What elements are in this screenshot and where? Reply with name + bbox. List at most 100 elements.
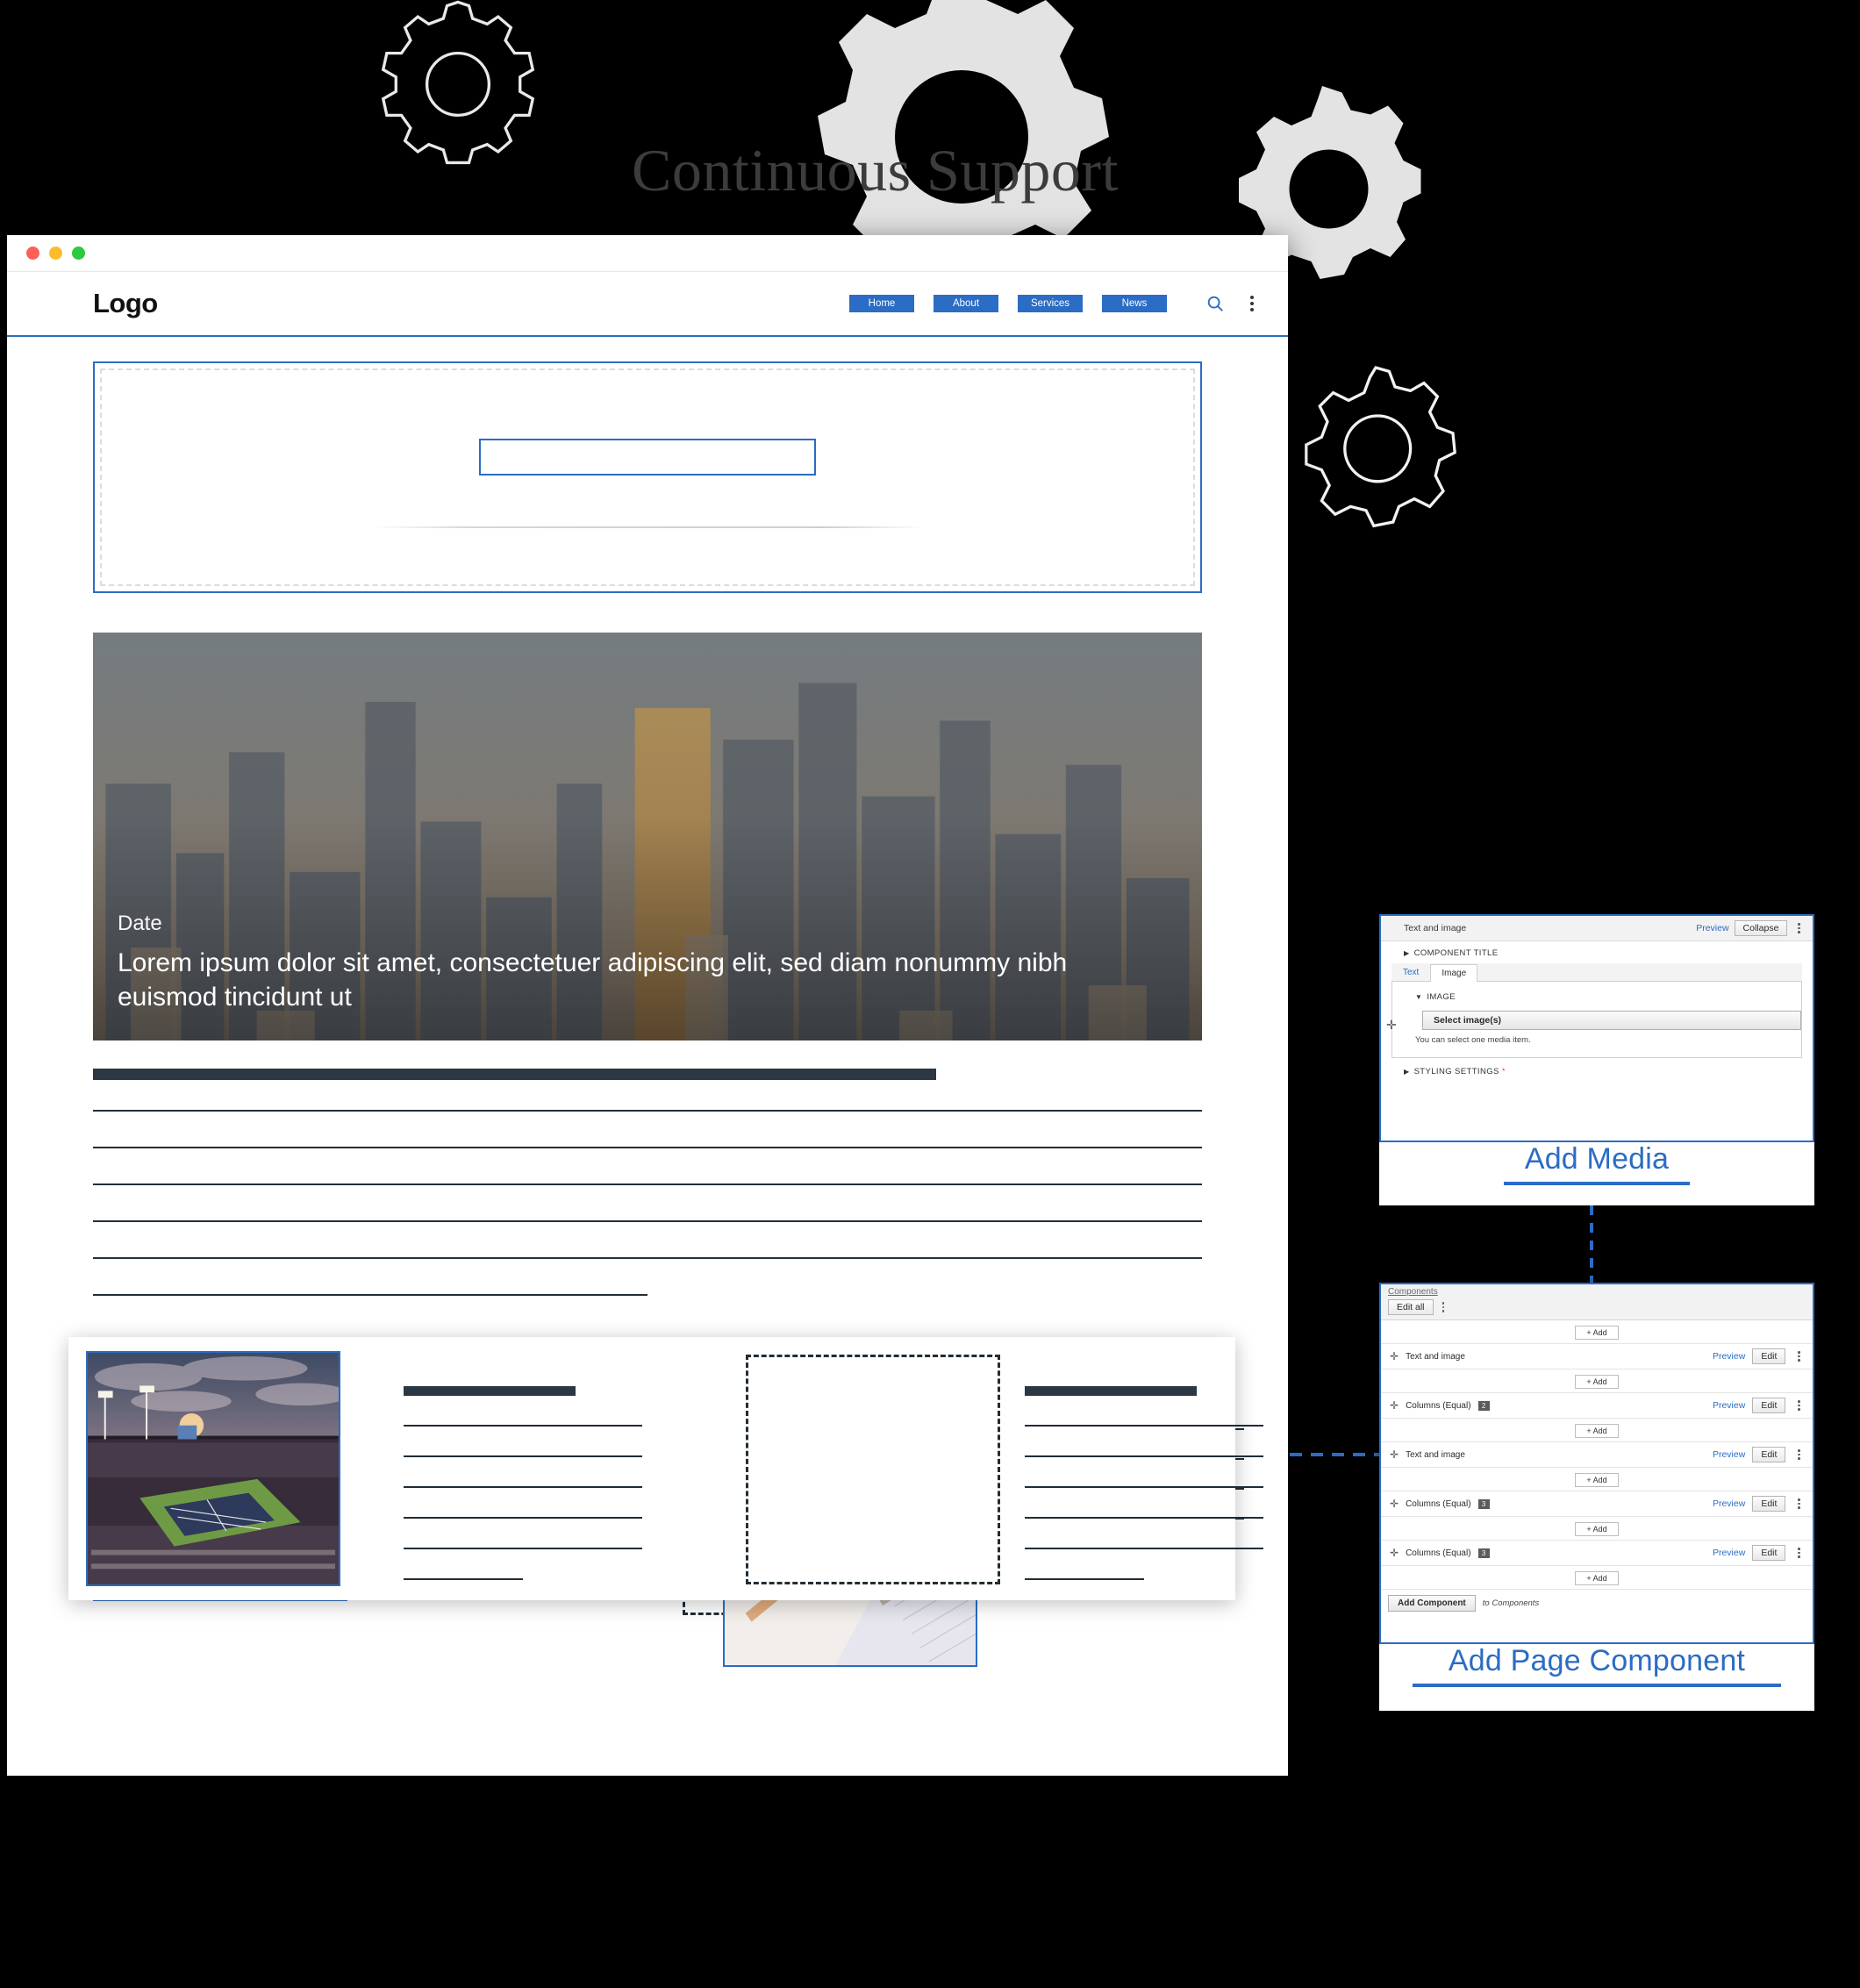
nav-item-home[interactable]: Home <box>849 295 914 312</box>
status-badge: 3 <box>1477 1548 1490 1558</box>
table-row[interactable]: ✛ Columns (Equal) 2 Preview Edit <box>1381 1393 1813 1419</box>
underline-rule <box>1504 1182 1690 1185</box>
nav-item-services[interactable]: Services <box>1018 295 1083 312</box>
column-heading-placeholder <box>1025 1386 1197 1396</box>
kebab-menu-icon[interactable] <box>1792 1498 1806 1509</box>
preview-link[interactable]: Preview <box>1713 1400 1745 1411</box>
add-page-component-label[interactable]: Add Page Component <box>1379 1644 1814 1678</box>
components-panel-header: Components Edit all <box>1381 1284 1813 1320</box>
select-images-button[interactable]: Select image(s) <box>1422 1011 1801 1030</box>
move-handle-icon[interactable]: ✛ <box>1390 1350 1399 1362</box>
editable-banner-region[interactable] <box>93 361 1202 593</box>
kebab-menu-icon[interactable] <box>1792 1400 1806 1411</box>
status-badge: 2 <box>1477 1400 1490 1411</box>
column-heading-placeholder <box>404 1386 576 1396</box>
hero-date: Date <box>118 912 162 936</box>
chevron-down-icon: ▼ <box>1415 993 1423 1001</box>
page-root: Continuous Support Logo Home About Servi… <box>0 0 1860 1988</box>
preview-link[interactable]: Preview <box>1713 1449 1745 1460</box>
add-media-label[interactable]: Add Media <box>1379 1142 1814 1176</box>
table-row[interactable]: ✛ Columns (Equal) 3 Preview Edit <box>1381 1491 1813 1517</box>
image-placeholder-box[interactable] <box>746 1355 1000 1584</box>
connector-horizontal <box>1290 1453 1381 1456</box>
add-button[interactable]: + Add <box>1575 1326 1619 1340</box>
preview-link[interactable]: Preview <box>1713 1351 1745 1362</box>
hero-caption: Date Lorem ipsum dolor sit amet, consect… <box>118 912 1167 1014</box>
article-heading-placeholder <box>93 1069 936 1080</box>
component-name: Text and image <box>1406 1449 1465 1460</box>
window-maximize-button[interactable] <box>72 247 85 260</box>
chevron-right-icon: ▶ <box>1404 949 1410 957</box>
move-handle-icon[interactable]: ✛ <box>1390 1498 1399 1510</box>
kebab-menu-icon[interactable] <box>1792 1449 1806 1460</box>
gear-outline-top-left-icon <box>367 0 549 175</box>
add-button[interactable]: + Add <box>1575 1473 1619 1487</box>
edit-button[interactable]: Edit <box>1752 1545 1786 1561</box>
add-media-callout: Add Media <box>1379 1142 1814 1205</box>
banner-divider <box>371 526 924 528</box>
component-name: Columns (Equal) <box>1406 1498 1471 1509</box>
media-tabs: Text Image <box>1391 963 1802 982</box>
styling-settings-section[interactable]: ▶ STYLING SETTINGS * <box>1381 1058 1813 1082</box>
bottom-left-text <box>404 1386 642 1580</box>
move-handle-icon[interactable]: ✛ <box>1390 1547 1399 1559</box>
move-handle-icon[interactable]: ✛ <box>1390 1448 1399 1461</box>
image-section[interactable]: ▼ IMAGE <box>1392 989 1801 1007</box>
tennis-stadium-image[interactable] <box>86 1351 340 1586</box>
add-button[interactable]: + Add <box>1575 1424 1619 1438</box>
hero-banner: Date Lorem ipsum dolor sit amet, consect… <box>93 633 1202 1040</box>
add-row: + Add <box>1381 1320 1813 1344</box>
edit-button[interactable]: Edit <box>1752 1496 1786 1512</box>
bottom-right-text <box>1025 1386 1263 1580</box>
edit-button[interactable]: Edit <box>1752 1348 1786 1364</box>
banner-selected-field[interactable] <box>479 439 816 476</box>
status-badge: 3 <box>1477 1498 1490 1509</box>
add-component-button[interactable]: Add Component <box>1388 1595 1476 1612</box>
move-handle-icon[interactable]: ✛ <box>1390 1399 1399 1412</box>
kebab-menu-icon[interactable] <box>1249 296 1255 311</box>
window-minimize-button[interactable] <box>49 247 62 260</box>
add-row: + Add <box>1381 1468 1813 1491</box>
banner-dashed-outline <box>100 368 1195 586</box>
add-row: + Add <box>1381 1566 1813 1590</box>
table-row[interactable]: ✛ Text and image Preview Edit <box>1381 1442 1813 1468</box>
kebab-menu-icon[interactable] <box>1792 1548 1806 1558</box>
components-panel-title: Components <box>1388 1287 1438 1297</box>
media-tab-body: ▼ IMAGE Select image(s) You can select on… <box>1391 982 1802 1058</box>
edit-all-button[interactable]: Edit all <box>1388 1299 1434 1315</box>
chevron-right-icon: ▶ <box>1404 1068 1410 1076</box>
add-button[interactable]: + Add <box>1575 1375 1619 1389</box>
collapse-button[interactable]: Collapse <box>1734 920 1788 936</box>
edit-button[interactable]: Edit <box>1752 1398 1786 1413</box>
table-row[interactable]: ✛ Columns (Equal) 3 Preview Edit <box>1381 1541 1813 1566</box>
underline-rule <box>1413 1684 1781 1687</box>
preview-link[interactable]: Preview <box>1713 1498 1745 1509</box>
bottom-column-card <box>68 1337 1263 1600</box>
component-title-section[interactable]: ▶ COMPONENT TITLE <box>1381 941 1813 963</box>
move-handle-icon[interactable]: ✛ <box>1386 1018 1397 1033</box>
nav-item-about[interactable]: About <box>934 295 998 312</box>
add-button[interactable]: + Add <box>1575 1522 1619 1536</box>
preview-link[interactable]: Preview <box>1713 1548 1745 1558</box>
preview-link[interactable]: Preview <box>1696 923 1728 933</box>
kebab-menu-icon[interactable] <box>1792 923 1806 933</box>
site-logo[interactable]: Logo <box>93 288 158 319</box>
table-row[interactable]: ✛ Text and image Preview Edit <box>1381 1344 1813 1369</box>
nav-item-news[interactable]: News <box>1102 295 1167 312</box>
search-icon[interactable] <box>1205 294 1225 313</box>
add-row: + Add <box>1381 1369 1813 1393</box>
add-row: + Add <box>1381 1419 1813 1442</box>
required-marker: * <box>1501 1067 1506 1076</box>
kebab-menu-icon[interactable] <box>1437 1302 1450 1312</box>
add-button[interactable]: + Add <box>1575 1571 1619 1585</box>
add-row: + Add <box>1381 1517 1813 1541</box>
tab-image[interactable]: Image <box>1430 964 1478 982</box>
add-component-target: to Components <box>1482 1598 1540 1608</box>
kebab-menu-icon[interactable] <box>1792 1351 1806 1362</box>
tab-text[interactable]: Text <box>1391 963 1430 981</box>
add-page-component-callout: Add Page Component <box>1379 1644 1814 1711</box>
connector-vertical <box>1590 1205 1593 1283</box>
edit-button[interactable]: Edit <box>1752 1447 1786 1462</box>
window-close-button[interactable] <box>26 247 39 260</box>
browser-titlebar <box>7 235 1288 272</box>
